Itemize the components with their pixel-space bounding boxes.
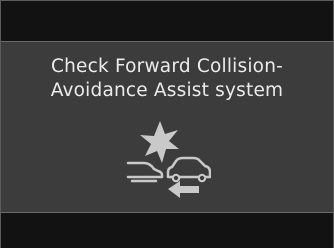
top-bar: [1, 1, 333, 42]
impact-star-icon: [140, 121, 179, 163]
warning-message: Check Forward Collision- Avoidance Assis…: [1, 55, 333, 103]
forward-collision-warning-icon: [126, 121, 211, 198]
bottom-bar: [1, 212, 333, 248]
left-arrow-icon: [168, 181, 199, 198]
cluster-display: Check Forward Collision- Avoidance Assis…: [0, 0, 334, 248]
warning-line-1: Check Forward Collision-: [50, 56, 284, 77]
own-car-icon: [126, 161, 164, 179]
front-car-wheel: [197, 173, 207, 183]
front-car-wheel: [171, 173, 181, 183]
warning-line-2: Avoidance Assist system: [50, 80, 284, 101]
